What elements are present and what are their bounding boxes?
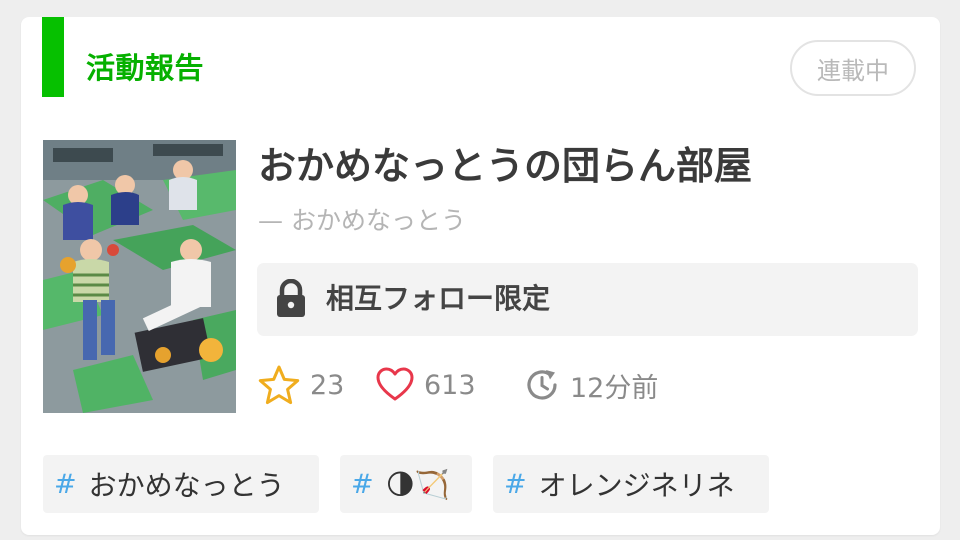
last-updated: 12分前 xyxy=(524,362,658,408)
tag-label: オレンジネリネ xyxy=(538,469,735,502)
story-card[interactable]: 活動報告 連載中 おかめなっとうの団らん部屋 — おかめなっとう 相互フォロー限… xyxy=(21,17,940,535)
tag-label: おかめなっとう xyxy=(88,469,285,502)
story-title[interactable]: おかめなっとうの団らん部屋 xyxy=(258,140,752,192)
accent-bar xyxy=(42,17,64,97)
author-name[interactable]: — おかめなっとう xyxy=(258,203,466,239)
status-badge: 連載中 xyxy=(790,40,916,96)
heart-icon xyxy=(376,366,414,404)
restriction-label: 相互フォロー限定 xyxy=(326,282,551,315)
tag-item[interactable]: # オレンジネリネ xyxy=(493,455,769,513)
tag-item[interactable]: # おかめなっとう xyxy=(43,455,319,513)
access-restriction: 相互フォロー限定 xyxy=(257,263,918,336)
like-count[interactable]: 613 xyxy=(376,362,476,408)
history-icon xyxy=(524,367,560,403)
hash-icon: # xyxy=(54,468,77,500)
cover-image[interactable] xyxy=(43,140,236,413)
tag-item[interactable]: # 🌗🏹 xyxy=(340,455,472,513)
like-count-value: 613 xyxy=(424,369,476,401)
section-label: 活動報告 xyxy=(86,51,205,85)
lock-icon xyxy=(274,278,308,319)
star-count-value: 23 xyxy=(310,369,345,401)
hash-icon: # xyxy=(504,468,527,500)
last-updated-value: 12分前 xyxy=(570,372,659,404)
star-icon xyxy=(258,364,300,406)
hash-icon: # xyxy=(351,468,374,500)
star-count[interactable]: 23 xyxy=(258,362,344,408)
tag-label: 🌗🏹 xyxy=(385,467,450,501)
